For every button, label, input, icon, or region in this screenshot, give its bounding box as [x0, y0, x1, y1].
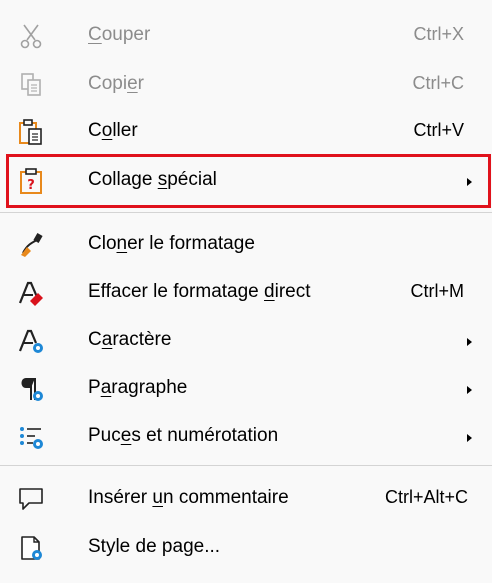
submenu-arrow-icon — [467, 434, 472, 442]
menu-item-bullets-numbering[interactable]: Puces et numérotation — [0, 414, 492, 460]
menu-item-label: Cloner le formatage — [88, 233, 255, 254]
menu-item-label: Caractère — [88, 329, 172, 350]
menu-item-label: Insérer un commentaire — [88, 487, 289, 508]
menu-item-clear-direct-formatting[interactable]: Effacer le formatage direct Ctrl+M — [0, 270, 492, 316]
menu-separator — [0, 465, 492, 466]
copy-icon — [17, 71, 45, 99]
menu-item-paragraph[interactable]: Paragraphe — [0, 366, 492, 412]
clear-formatting-icon — [17, 279, 45, 307]
menu-item-page-style[interactable]: Style de page... — [0, 525, 492, 571]
submenu-arrow-icon — [467, 386, 472, 394]
bullets-numbering-icon — [17, 423, 45, 451]
shortcut-label: Ctrl+V — [413, 120, 464, 140]
menu-item-label: Coller — [88, 120, 138, 141]
paragraph-icon — [17, 375, 45, 403]
shortcut-label: Ctrl+C — [412, 73, 464, 93]
shortcut-label: Ctrl+Alt+C — [384, 487, 468, 507]
clone-formatting-icon — [17, 231, 45, 259]
menu-item-character[interactable]: Caractère — [0, 318, 492, 364]
menu-item-label: Couper — [88, 24, 151, 45]
highlight-box — [6, 154, 491, 208]
menu-item-label: Puces et numérotation — [88, 425, 279, 446]
page-style-icon — [17, 534, 45, 562]
menu-item-label: Paragraphe — [88, 377, 188, 398]
shortcut-label: Ctrl+M — [410, 281, 465, 301]
comment-icon — [17, 485, 45, 513]
context-menu: Couper Ctrl+X Copier Ctrl+C Coller Ctrl+… — [0, 0, 492, 583]
menu-item-label: Effacer le formatage direct — [88, 281, 311, 302]
menu-item-clone-formatting[interactable]: Cloner le formatage — [0, 222, 492, 268]
menu-item-copy[interactable]: Copier Ctrl+C — [0, 62, 492, 108]
character-icon — [17, 327, 45, 355]
menu-item-label: Style de page... — [88, 536, 221, 557]
scissors-icon — [17, 22, 45, 50]
paste-icon — [17, 118, 45, 146]
menu-item-paste[interactable]: Coller Ctrl+V — [0, 109, 492, 155]
menu-item-insert-comment[interactable]: Insérer un commentaire Ctrl+Alt+C — [0, 476, 492, 522]
submenu-arrow-icon — [467, 338, 472, 346]
menu-item-label: Copier — [88, 73, 144, 94]
menu-item-cut[interactable]: Couper Ctrl+X — [0, 13, 492, 59]
menu-separator — [0, 212, 492, 213]
shortcut-label: Ctrl+X — [413, 24, 464, 44]
